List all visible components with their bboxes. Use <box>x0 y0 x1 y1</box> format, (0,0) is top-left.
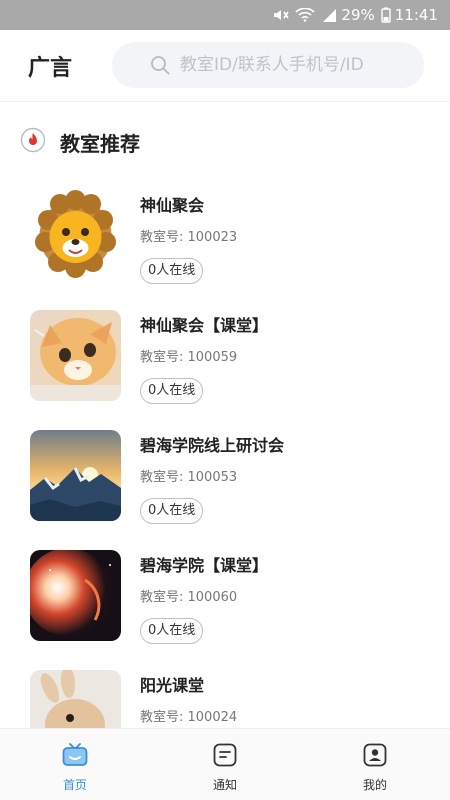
room-name: 神仙聚会 <box>140 196 205 215</box>
status-bar: 29% 11:41 <box>0 0 450 30</box>
section-header: 教室推荐 <box>20 127 140 157</box>
battery-icon <box>381 7 391 23</box>
room-item[interactable]: 碧海学院【课堂】 教室号: 100060 0人在线 <box>0 550 450 650</box>
room-name: 碧海学院线上研讨会 <box>140 436 285 455</box>
room-id: 教室号: 100023 <box>140 230 238 245</box>
mountain-sunset-thumbnail <box>30 430 121 521</box>
header: 广言 <box>0 30 450 102</box>
mute-icon <box>273 8 290 22</box>
room-item[interactable]: 神仙聚会【课堂】 教室号: 100059 0人在线 <box>0 310 450 410</box>
nav-label: 通知 <box>212 778 237 792</box>
nav-profile[interactable]: 我的 <box>300 729 450 800</box>
room-name: 碧海学院【课堂】 <box>140 556 269 575</box>
room-id: 教室号: 100024 <box>140 710 238 725</box>
nav-notice[interactable]: 通知 <box>150 729 300 800</box>
room-id: 教室号: 100053 <box>140 470 238 485</box>
profile-icon <box>363 743 387 771</box>
room-id: 教室号: 100060 <box>140 590 238 605</box>
clock: 11:41 <box>394 6 438 24</box>
signal-icon <box>321 8 337 22</box>
search-input[interactable] <box>180 55 424 75</box>
wifi-icon <box>295 8 315 22</box>
lion-avatar-thumbnail <box>30 190 121 281</box>
bottom-nav: 首页 通知 我的 <box>0 728 450 800</box>
search-icon <box>150 55 170 79</box>
flame-icon <box>20 127 46 157</box>
online-count-badge: 0人在线 <box>140 498 204 524</box>
section-title: 教室推荐 <box>60 131 140 156</box>
room-item[interactable]: 碧海学院线上研讨会 教室号: 100053 0人在线 <box>0 430 450 530</box>
room-item[interactable]: 神仙聚会 教室号: 100023 0人在线 <box>0 190 450 290</box>
room-name: 阳光课堂 <box>140 676 205 695</box>
nav-label: 我的 <box>362 778 387 792</box>
room-id: 教室号: 100059 <box>140 350 238 365</box>
search-bar[interactable] <box>112 42 424 88</box>
room-name: 神仙聚会【课堂】 <box>140 316 269 335</box>
nav-label: 首页 <box>62 778 87 792</box>
brand-title: 广言 <box>27 55 72 81</box>
notice-icon <box>213 743 237 771</box>
tv-home-icon <box>62 743 88 771</box>
nav-home[interactable]: 首页 <box>0 729 150 800</box>
online-count-badge: 0人在线 <box>140 258 204 284</box>
battery-percent: 29% <box>341 6 375 24</box>
planet-explosion-thumbnail <box>30 550 121 641</box>
online-count-badge: 0人在线 <box>140 378 204 404</box>
online-count-badge: 0人在线 <box>140 618 204 644</box>
cat-photo-thumbnail <box>30 310 121 401</box>
